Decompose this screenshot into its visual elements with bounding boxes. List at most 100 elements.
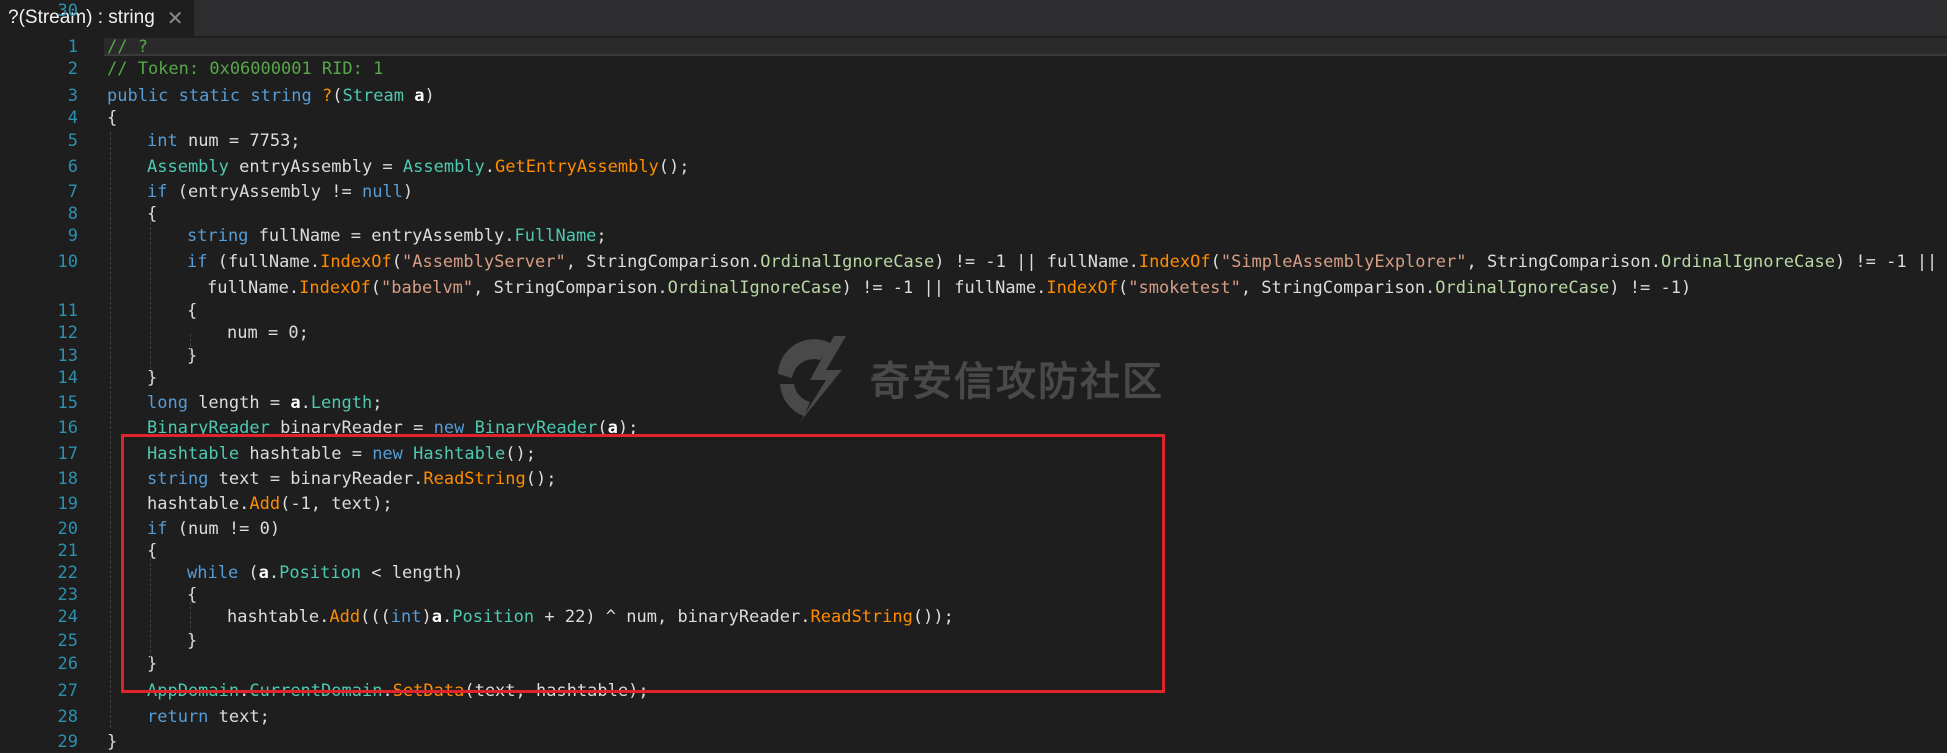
code-token: num = 7753; (177, 131, 301, 151)
code-token: num = 0; (227, 323, 309, 343)
code-token: ( (391, 252, 402, 272)
code-token: ( (370, 278, 382, 298)
code-line: return text; (147, 706, 270, 728)
code-token: public (107, 86, 169, 106)
line-number: 8 (67, 204, 78, 224)
line-number: 1 (67, 37, 78, 57)
code-token: . (300, 393, 311, 413)
line-number: 6 (67, 157, 78, 177)
code-token: IndexOf (1046, 278, 1118, 298)
code-line: fullName.IndexOf("babelvm", StringCompar… (207, 277, 1691, 299)
code-line: long length = a.Length; (147, 392, 382, 414)
code-line: { (107, 107, 117, 129)
tab-bar: ?(Stream) : string ✕ (0, 0, 1947, 36)
code-token: entryAssembly = (228, 157, 403, 177)
code-token: ) (424, 86, 435, 106)
lightning-shield-icon (778, 336, 846, 422)
code-token: "smoketest" (1128, 278, 1241, 298)
line-number: 10 (57, 252, 78, 272)
code-token: ( (1117, 278, 1129, 298)
line-number: 20 (57, 519, 78, 539)
code-token: "babelvm" (381, 278, 474, 298)
line-number: 14 (57, 368, 78, 388)
code-token: a (290, 393, 301, 413)
line-number: 17 (57, 444, 78, 464)
line-number: 25 (57, 631, 78, 651)
line-number: 22 (57, 563, 78, 583)
code-token: GetEntryAssembly (495, 157, 659, 177)
code-token: IndexOf (320, 252, 392, 272)
code-line: Assembly entryAssembly = Assembly.GetEnt… (147, 156, 690, 178)
line-number: 24 (57, 607, 78, 627)
code-token: Length (310, 393, 373, 413)
watermark-text: 奇安信攻防社区 (870, 359, 1164, 405)
line-number: 27 (57, 681, 78, 701)
code-line: } (187, 345, 197, 367)
close-icon[interactable]: ✕ (167, 6, 184, 31)
line-number: 19 (57, 494, 78, 514)
line-number: 15 (57, 393, 78, 413)
code-token: text; (208, 707, 270, 727)
code-token: ; (596, 226, 607, 246)
code-line: num = 0; (227, 322, 309, 344)
line-number: 13 (57, 346, 78, 366)
code-token: ? (322, 86, 333, 106)
code-token: , StringComparison. (565, 252, 761, 272)
code-line: { (187, 300, 197, 322)
code-token: } (187, 346, 198, 366)
code-token: (entryAssembly != (167, 182, 362, 202)
code-token: return (147, 707, 209, 727)
code-token: { (187, 301, 198, 321)
code-token: (fullName. (207, 252, 321, 272)
line-number: 18 (57, 469, 78, 489)
code-token: OrdinalIgnoreCase (1435, 278, 1610, 298)
code-token: IndexOf (1138, 252, 1211, 272)
code-token: a (414, 86, 425, 106)
code-token: Stream (342, 86, 404, 106)
code-token: int (147, 131, 178, 151)
indent-guide (190, 334, 191, 356)
watermark: 奇安信攻防社区 (770, 330, 1164, 426)
line-number: 12 (57, 323, 78, 343)
code-token: ) != -1 || fullName. (934, 252, 1139, 272)
code-token: { (147, 204, 158, 224)
highlight-annotation-box (121, 434, 1165, 693)
code-token: ( (1210, 252, 1221, 272)
code-token: FullName (514, 226, 597, 246)
code-token: ) != -1) (1609, 278, 1692, 298)
current-line-highlight (104, 38, 1947, 54)
code-line: // Token: 0x06000001 RID: 1 (107, 58, 383, 80)
code-token: string (250, 86, 312, 106)
line-number: 23 (57, 585, 78, 605)
code-line: if (entryAssembly != null) (147, 181, 413, 203)
code-token: ( (332, 86, 343, 106)
code-token: , StringComparison. (1240, 278, 1436, 298)
code-token: { (107, 108, 118, 128)
code-token: fullName = entryAssembly. (248, 226, 515, 246)
code-token: (); (658, 157, 690, 177)
code-line: int num = 7753; (147, 130, 301, 152)
line-number: 29 (57, 732, 78, 752)
code-token: "SimpleAssemblyExplorer" (1220, 252, 1467, 272)
code-token: OrdinalIgnoreCase (1660, 252, 1835, 272)
code-token: length = (187, 393, 291, 413)
line-number: 3 (67, 86, 78, 106)
code-line: // ? (107, 36, 148, 58)
line-number: 9 (67, 226, 78, 246)
code-line: public static string ?(Stream a) (107, 85, 435, 107)
line-number: 26 (57, 654, 78, 674)
code-token: Assembly (402, 157, 485, 177)
code-token: fullName. (207, 278, 300, 298)
code-line: } (147, 367, 157, 389)
code-token: "AssemblyServer" (401, 252, 566, 272)
code-token: } (147, 368, 158, 388)
code-token: if (187, 252, 208, 272)
code-token: Assembly (147, 157, 229, 177)
code-token: IndexOf (299, 278, 371, 298)
line-number: 16 (57, 418, 78, 438)
code-line: } (107, 731, 117, 753)
